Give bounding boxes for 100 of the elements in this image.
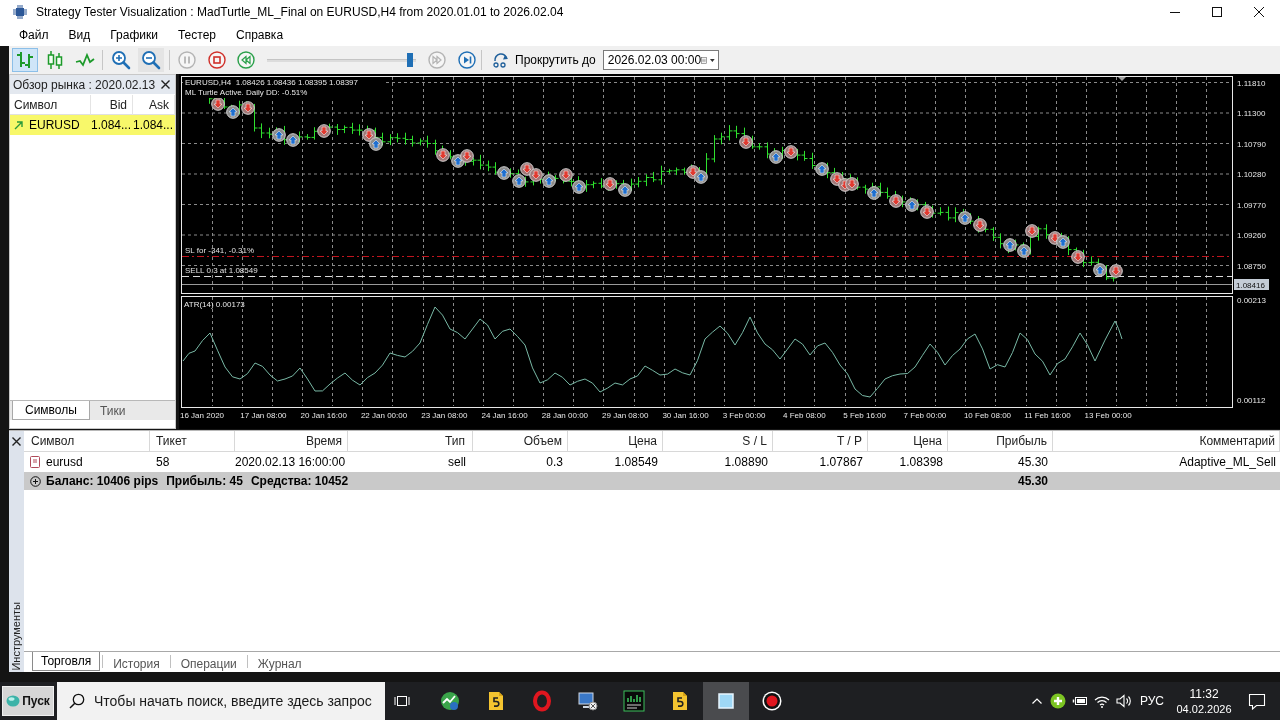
document-icon: [30, 456, 40, 469]
bar-chart-tile-icon: [623, 690, 645, 712]
time-axis-label: 13 Feb 00:00: [1084, 411, 1132, 421]
up-arrow-marker-icon: [1003, 238, 1017, 253]
price-axis-label: 1.09260: [1237, 231, 1266, 241]
column-header[interactable]: Цена: [868, 431, 948, 453]
speed-slider-thumb[interactable]: [407, 53, 414, 68]
time-axis-label: 11 Feb 16:00: [1024, 411, 1071, 421]
column-header[interactable]: Символ: [24, 431, 150, 453]
down-arrow-marker-icon: [784, 145, 798, 160]
record-icon: [761, 690, 783, 712]
time-axis-label: 17 Jan 08:00: [240, 411, 287, 421]
chart-type-button[interactable]: [12, 48, 38, 73]
time-axis-label: 24 Jan 16:00: [481, 411, 528, 421]
close-button[interactable]: [159, 78, 171, 91]
time-axis-label: 7 Feb 00:00: [903, 411, 947, 421]
down-arrow-marker-icon: [845, 177, 859, 192]
menu-item[interactable]: Вид: [58, 24, 101, 47]
panel-tab[interactable]: Символы: [12, 401, 90, 421]
stop-button[interactable]: [208, 51, 226, 70]
stop-icon: [208, 51, 226, 70]
scroll-to-button[interactable]: Прокрутить до: [492, 49, 596, 72]
caret-down-icon: [710, 57, 715, 63]
column-header[interactable]: Цена: [568, 431, 663, 453]
down-arrow-marker-icon: [739, 135, 753, 150]
panel-tab[interactable]: История: [102, 655, 170, 669]
menu-item[interactable]: Графики: [100, 24, 168, 47]
down-arrow-marker-icon: [603, 177, 617, 192]
column-header[interactable]: T / P: [773, 431, 868, 453]
search-field[interactable]: Чтобы начать поиск, введите здесь запрос: [57, 682, 385, 720]
indicator-axis-label: 0.00112: [1237, 396, 1266, 406]
zoom-out-button[interactable]: [138, 48, 164, 73]
clock-button[interactable]: 11:32 04.02.2026: [1176, 685, 1232, 717]
maximize-icon: [1212, 7, 1222, 17]
indicator-label: ATR(14) 0.00173: [184, 300, 245, 310]
indicator-axis-label: 0.00213: [1237, 296, 1266, 306]
table-cell-text: EURUSD: [29, 117, 80, 135]
profit-text: Прибыль: 45: [166, 473, 243, 491]
down-arrow-marker-icon: [529, 168, 543, 183]
table-cell-text: 1.07867: [818, 454, 864, 472]
table-cell-text: 1.08890: [723, 454, 769, 472]
close-button[interactable]: [11, 436, 22, 448]
menu-item[interactable]: Файл: [9, 24, 59, 47]
shift-marker-icon: [1118, 77, 1126, 82]
table-cell-text: 0.3: [545, 454, 564, 472]
panel-tab[interactable]: Операции: [169, 655, 247, 669]
time-axis-label: 28 Jan 00:00: [541, 411, 589, 421]
rewind-button[interactable]: [237, 51, 255, 70]
strategy-status: ML Turtle Active. Daily DD: -0.51%: [185, 88, 308, 98]
down-arrow-marker-icon: [241, 101, 255, 116]
chip-icon: [13, 5, 27, 19]
start-button[interactable]: Пуск: [2, 686, 54, 716]
column-header[interactable]: Тип: [348, 431, 473, 453]
market-row[interactable]: EURUSD 1.084... 1.084...: [10, 115, 175, 136]
column-header[interactable]: S / L: [663, 431, 773, 453]
clock-date: 04.02.2026: [1176, 701, 1232, 717]
expand-icon: [30, 475, 41, 487]
skip-to-end-button[interactable]: [458, 51, 476, 70]
search-icon: [69, 693, 85, 709]
down-arrow-marker-icon: [1109, 264, 1123, 279]
column-header[interactable]: Время: [235, 431, 348, 453]
language-indicator[interactable]: РУС: [1139, 692, 1164, 710]
date-field[interactable]: 2026.02.03 00:00: [602, 50, 719, 71]
total-profit: 45.30: [1016, 473, 1049, 491]
panel-tab[interactable]: Тики: [89, 401, 136, 421]
panel-tab[interactable]: Торговля: [32, 652, 101, 672]
price-axis-label: 1.09770: [1237, 200, 1266, 210]
column-header[interactable]: Прибыль: [948, 431, 1053, 453]
panel-title: Обзор рынка : 2020.02.13: [13, 76, 157, 94]
up-right-arrow-icon: [14, 120, 23, 130]
speaker-icon: [1115, 694, 1132, 708]
zoom-in-icon: [111, 50, 131, 71]
column-header[interactable]: Объем: [473, 431, 568, 453]
time-axis-label: 3 Feb 00:00: [722, 411, 766, 421]
menu-item[interactable]: Тестер: [167, 24, 226, 47]
close-icon: [12, 437, 21, 447]
table-cell-text: 1.08398: [898, 454, 944, 472]
task-view-icon: [394, 694, 410, 708]
column-header[interactable]: Комментарий: [1053, 431, 1280, 453]
time-axis-label: 29 Jan 08:00: [602, 411, 649, 421]
table-cell-text: 1.084...: [133, 117, 175, 135]
column-header[interactable]: Тикет: [150, 431, 235, 453]
price-axis-label: 1.10280: [1237, 170, 1266, 180]
time-axis-label: 20 Jan 16:00: [300, 411, 347, 421]
table-cell-text: 58: [155, 454, 171, 472]
notification-icon: [1248, 692, 1266, 710]
time-axis-label: 5 Feb 16:00: [843, 411, 886, 421]
time-axis-label: 4 Feb 08:00: [783, 411, 826, 421]
calendar-icon: [701, 54, 707, 66]
down-arrow-marker-icon: [1025, 224, 1039, 239]
time-axis-label: 23 Jan 08:00: [421, 411, 468, 421]
chart-header: EURUSD,H4 1.08426 1.08436 1.08395 1.08397: [185, 78, 358, 88]
clock-time: 11:32: [1189, 685, 1219, 702]
panel-tab[interactable]: Журнал: [246, 655, 312, 669]
table-cell-text: 45.30: [1016, 454, 1049, 472]
down-arrow-marker-icon: [1071, 250, 1085, 265]
menu-item[interactable]: Справка: [226, 24, 294, 47]
speed-slider-track[interactable]: [267, 53, 416, 68]
rewind-icon: [237, 51, 255, 70]
taskbar-button[interactable]: [703, 682, 749, 720]
